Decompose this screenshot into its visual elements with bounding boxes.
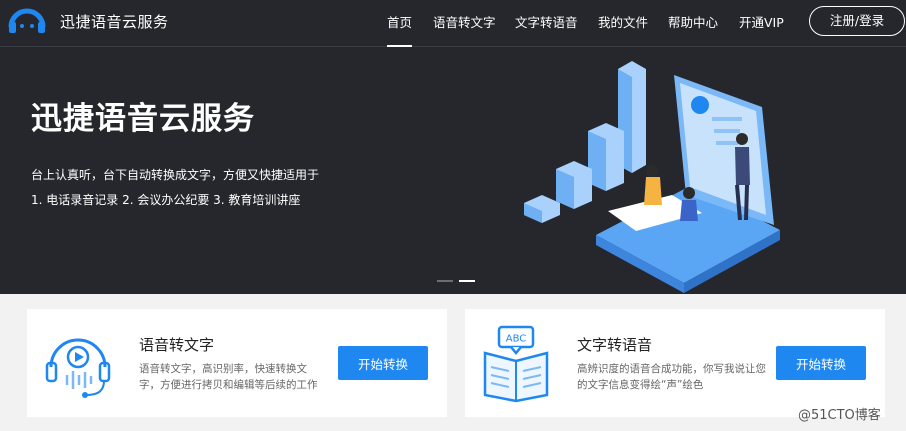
abc-book-icon: ABC: [483, 325, 549, 403]
card-title: 语音转文字: [139, 336, 215, 354]
nav-home[interactable]: 首页: [387, 12, 413, 47]
hero-desc-line-2: 1. 电话录音记录 2. 会议办公纪要 3. 教育培训讲座: [31, 193, 301, 207]
hero-title: 迅捷语音云服务: [31, 101, 255, 137]
nav-open-vip[interactable]: 开通VIP: [739, 12, 784, 31]
carousel-dot-2[interactable]: [459, 280, 475, 282]
abc-label: ABC: [506, 334, 527, 345]
start-text-to-speech-button[interactable]: 开始转换: [776, 346, 866, 380]
nav-speech-to-text[interactable]: 语音转文字: [433, 12, 496, 31]
card-description: 高辨识度的语音合成功能，你写我说让您的文字信息变得绘“声”绘色: [577, 363, 766, 391]
card-description: 语音转文字，高识别率，快速转换文字，方便进行拷贝和编辑等后续的工作: [139, 363, 318, 391]
brand-name[interactable]: 迅捷语音云服务: [60, 11, 169, 32]
nav-my-files[interactable]: 我的文件: [598, 12, 648, 31]
carousel-dot-1[interactable]: [437, 280, 453, 282]
top-nav: 迅捷语音云服务 首页 语音转文字 文字转语音 我的文件 帮助中心 开通VIP 注…: [0, 0, 906, 47]
headphones-icon: [45, 338, 111, 398]
isometric-illustration-icon: [524, 61, 780, 293]
login-register-button[interactable]: 注册/登录: [809, 6, 905, 36]
hero-banner: 迅捷语音云服务 首页 语音转文字 文字转语音 我的文件 帮助中心 开通VIP 注…: [0, 0, 906, 294]
speech-to-text-card: 语音转文字 语音转文字，高识别率，快速转换文字，方便进行拷贝和编辑等后续的工作 …: [27, 309, 447, 417]
headset-logo-icon[interactable]: [6, 5, 48, 35]
nav-help-center[interactable]: 帮助中心: [668, 12, 718, 31]
watermark: @51CTO博客: [798, 408, 881, 423]
start-speech-to-text-button[interactable]: 开始转换: [338, 346, 428, 380]
text-to-speech-card: ABC 文字转语音 高辨识度的语音合成功能，你写我说让您的文字信息变得绘“声”绘…: [465, 309, 885, 417]
hero-description: 台上认真听，台下自动转换成文字，方便又快捷适用于 1. 电话录音记录 2. 会议…: [31, 163, 319, 213]
hero-desc-line-1: 台上认真听，台下自动转换成文字，方便又快捷适用于: [31, 168, 320, 182]
card-title: 文字转语音: [577, 336, 653, 354]
nav-text-to-speech[interactable]: 文字转语音: [515, 12, 578, 31]
